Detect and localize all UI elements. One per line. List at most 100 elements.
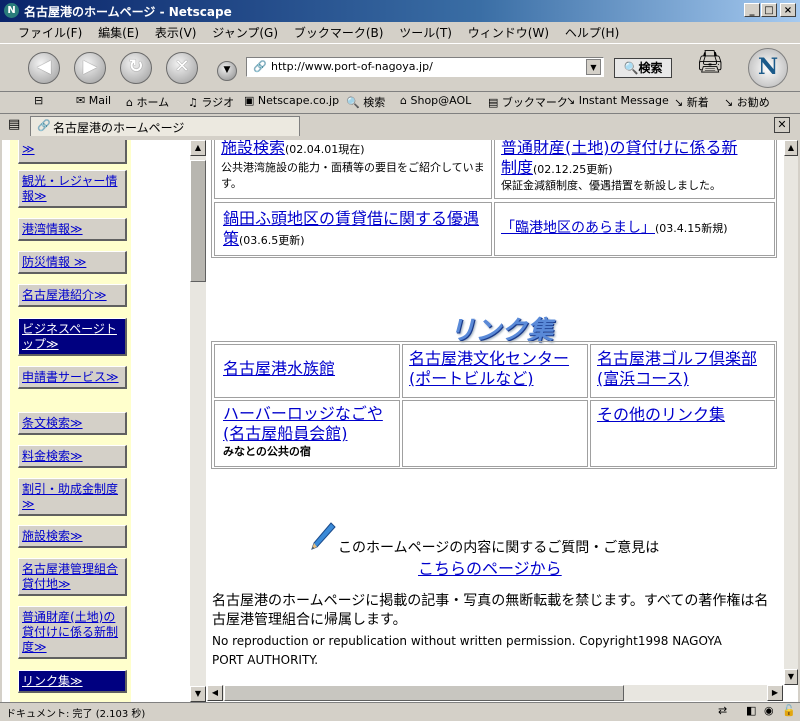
search-button-label: 検索 [638,61,663,75]
search-icon: 🔍 [623,61,639,75]
page-icon: 🔗 [37,119,51,132]
culture-center-link[interactable]: 名古屋港文化センター(ポートビルなど) [409,349,569,388]
back-arrow-icon[interactable]: ◀ [28,52,60,84]
left-frame-scrollbar[interactable]: ▲ ▼ [190,140,206,702]
sidebar-item-business-top[interactable]: ビジネスページトップ≫ [18,318,127,356]
status-bar: ドキュメント: 完了 (2.103 秒) ⇄ ◧ ◉ 🔓 [0,702,800,721]
nabeta-date: (03.6.5更新) [239,234,305,247]
property-system-link-b[interactable]: 制度 [501,158,533,177]
tab-title: 名古屋港のホームページ [53,121,185,135]
url-bar[interactable]: 🔗 ▼ [246,57,604,77]
personal-toolbar: ⊟ ✉ Mail ⌂ ホーム ♫ ラジオ ▣ Netscape.co.jp 🔍 … [0,91,800,114]
tab-current[interactable]: 🔗 名古屋港のホームページ [30,116,300,136]
rinko-date: (03.4.15新規) [655,222,728,235]
personal-search[interactable]: 🔍 検索 [346,94,385,110]
personal-new[interactable]: ↘ 新着 [674,94,709,110]
sidebar-item-introduction[interactable]: 名古屋港紹介≫ [18,284,127,307]
personal-bookmarks[interactable]: ▤ ブックマーク [488,94,568,110]
facility-search-date: (02.04.01現在) [285,143,365,156]
facility-search-desc: 公共港湾施設の能力・面積等の要目をご紹介しています。 [221,161,485,190]
history-dropdown-icon[interactable]: ▼ [217,61,237,81]
menu-edit[interactable]: 編集(E) [92,22,145,41]
left-frame-scroll-thumb[interactable] [190,160,206,282]
personal-radio[interactable]: ♫ ラジオ [188,94,234,110]
property-system-date: (02.12.25更新) [533,163,613,176]
culture-center-cell: 名古屋港文化センター(ポートビルなど) [402,344,588,398]
contact-text: このホームページの内容に関するご質問・ご意見は [338,540,660,556]
sidebar-item-links[interactable]: リンク集≫ [18,670,127,693]
menu-bookmarks[interactable]: ブックマーク(B) [288,22,390,41]
close-window-button[interactable]: × [780,3,796,17]
close-tab-button[interactable]: ✕ [774,117,790,133]
property-system-cell: 普通財産(土地)の貸付けに係る新 制度(02.12.25更新) 保証金減額制度、… [494,140,775,199]
main-frame-hscrollbar[interactable]: ◀ ▶ [207,685,783,701]
menu-view[interactable]: 表示(V) [149,22,203,41]
personal-netscape[interactable]: ▣ Netscape.co.jp [244,94,339,107]
scroll-right-arrow-icon[interactable]: ▶ [767,685,783,701]
main-frame-scrollbar[interactable]: ▲ ▼ [784,140,798,685]
sidebar-item-facility-search[interactable]: 施設検索≫ [18,525,127,548]
forward-arrow-icon[interactable]: ▶ [74,52,106,84]
security-lock-icon: 🔓 [782,704,796,717]
main-scroll-up-arrow-icon[interactable]: ▲ [784,140,798,156]
reload-icon[interactable]: ↻ [120,52,152,84]
status-text: ドキュメント: 完了 (2.103 秒) [6,709,146,720]
maximize-button[interactable]: □ [761,3,777,17]
sidebar-item-leased-land[interactable]: 名古屋港管理組合貸付地≫ [18,558,127,596]
aquarium-cell: 名古屋港水族館 [214,344,400,398]
golf-link[interactable]: 名古屋港ゴルフ倶楽部(富浜コース) [597,349,757,388]
minimize-button[interactable]: _ [744,3,760,17]
aquarium-link[interactable]: 名古屋港水族館 [223,359,335,378]
url-dropdown-icon[interactable]: ▼ [586,59,601,75]
sidebar-item-fee-search[interactable]: 料金検索≫ [18,445,127,468]
sidebar-item-disaster[interactable]: 防災情報 ≫ [18,251,127,274]
sidebar-toggle-icon[interactable]: ⊟ [34,94,43,107]
sidebar-item-regulation-search[interactable]: 条文検索≫ [18,412,127,435]
sidebar-item-prev[interactable]: ≫ [18,140,127,164]
sidebar-item-application[interactable]: 申請書サービス≫ [18,366,127,389]
menu-tools[interactable]: ツール(T) [393,22,458,41]
personal-shop-aol[interactable]: ⌂ Shop@AOL [400,94,471,107]
golf-cell: 名古屋港ゴルフ倶楽部(富浜コース) [590,344,775,398]
menu-file[interactable]: ファイル(F) [12,22,88,41]
property-system-link-a[interactable]: 普通財産(土地)の貸付けに係る新 [501,140,738,157]
print-icon[interactable]: 🖨 [696,50,724,82]
personal-home[interactable]: ⌂ ホーム [126,94,169,110]
scroll-left-arrow-icon[interactable]: ◀ [207,685,223,701]
menu-go[interactable]: ジャンプ(G) [206,22,284,41]
sidebar-item-port-info[interactable]: 港湾情報≫ [18,218,127,241]
copyright-en: No reproduction or republication without… [212,634,722,667]
menu-window[interactable]: ウィンドウ(W) [462,22,555,41]
harbor-lodge-cell: ハーバーロッジなごや(名古屋船員会館) みなとの公共の宿 [214,400,400,467]
sidebar-item-tourism[interactable]: 観光・レジャー情報≫ [18,170,127,208]
personal-recommended[interactable]: ↘ お勧め [724,94,770,110]
sidebar-item-property-system[interactable]: 普通財産(土地)の貸付けに係る新制度≫ [18,606,127,659]
cookie-icon: ◉ [764,704,774,717]
menu-help[interactable]: ヘルプ(H) [559,22,625,41]
window-title: 名古屋港のホームページ - Netscape [24,5,232,19]
main-scroll-down-arrow-icon[interactable]: ▼ [784,669,798,685]
netscape-logo-icon[interactable]: N [748,48,788,88]
stop-icon[interactable]: ✕ [166,52,198,84]
url-input[interactable] [271,60,581,73]
contact-link[interactable]: こちらのページから [418,555,562,579]
online-status-icon: ⇄ [718,704,728,717]
nabeta-cell: 鍋田ふ頭地区の賃貸借に関する優遇策(03.6.5更新) [214,202,492,256]
menu-bar: ファイル(F) 編集(E) 表示(V) ジャンプ(G) ブックマーク(B) ツー… [0,22,800,42]
personal-instant-message[interactable]: ↘ Instant Message [566,94,669,107]
facility-search-link[interactable]: 施設検索 [221,140,285,157]
title-bar: N 名古屋港のホームページ - Netscape _ □ × [0,0,800,22]
sidebar-item-discount[interactable]: 割引・助成金制度≫ [18,478,127,516]
scroll-down-arrow-icon[interactable]: ▼ [190,686,206,702]
main-hscroll-thumb[interactable] [224,685,624,701]
left-frame: ≫ 観光・レジャー情報≫ 港湾情報≫ 防災情報 ≫ 名古屋港紹介≫ ビジネスペー… [2,140,188,702]
rinko-link[interactable]: 「臨港地区のあらまし」 [501,220,655,236]
page-proxy-icon: 🔗 [253,60,267,73]
pencil-icon [307,521,337,553]
personal-mail[interactable]: ✉ Mail [76,94,111,107]
search-button[interactable]: 🔍検索 [614,58,672,78]
other-links-link[interactable]: その他のリンク集 [597,405,725,424]
scroll-up-arrow-icon[interactable]: ▲ [190,140,206,156]
harbor-lodge-link[interactable]: ハーバーロッジなごや(名古屋船員会館) [223,404,383,443]
tab-list-icon[interactable]: ▤ [8,117,20,132]
